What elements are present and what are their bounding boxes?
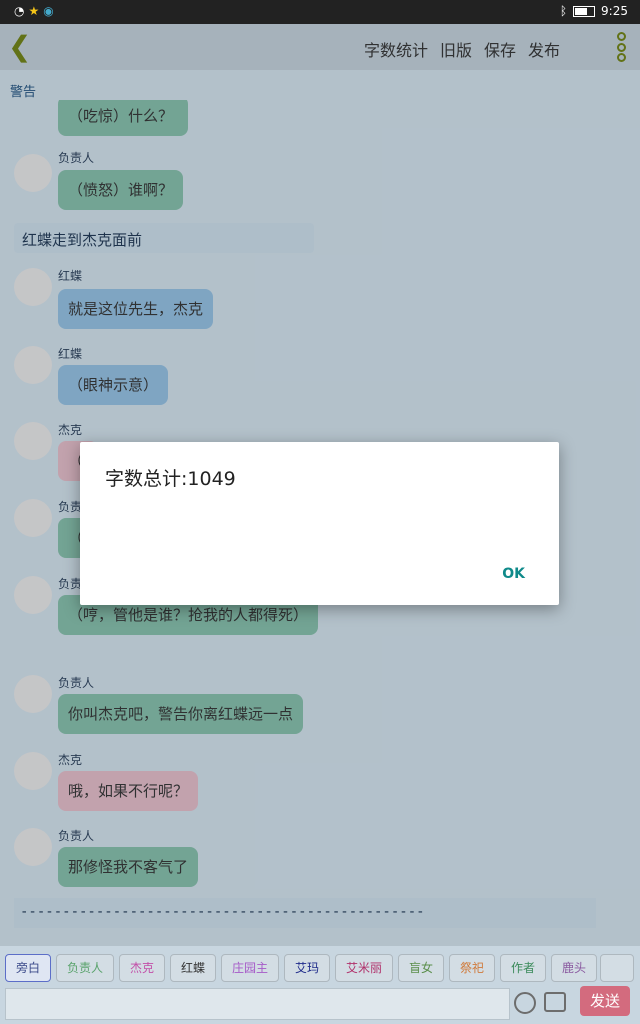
old-version-button[interactable]: 旧版 [440,37,472,61]
avatar[interactable] [14,268,52,306]
ok-button[interactable]: OK [502,566,525,582]
chat-bubble: （吃惊）什么？ [58,100,188,136]
status-left-icons: ◔ ★ ◉ [14,4,54,18]
separator-line[interactable]: ----------------------------------------… [14,898,596,928]
role-button[interactable]: 盲女 [398,954,444,982]
role-button[interactable]: 庄园主 [221,954,279,982]
image-icon[interactable] [544,992,566,1012]
narration-line[interactable]: 红蝶走到杰克面前 [14,223,314,253]
star-icon: ★ [28,4,40,18]
role-button[interactable]: 祭祀 [449,954,495,982]
chat-bubble[interactable]: 就是这位先生，杰克 [58,289,214,329]
role-selector-bar: 旁白 负责人 杰克 红蝶 庄园主 艾玛 艾米丽 盲女 祭祀 作者 鹿头 [0,946,640,986]
publish-button[interactable]: 发布 [528,37,560,61]
speaker-name: 红蝶 [58,347,83,361]
avatar[interactable] [14,154,52,192]
input-bar: 发送 [0,984,640,1024]
message-input[interactable] [5,988,510,1020]
speaker-name: 杰克 [58,753,83,767]
avatar[interactable] [14,422,52,460]
person-icon[interactable] [600,954,634,982]
status-bar: ◔ ★ ◉ ᛒ 9:25 [0,0,640,24]
chat-bubble[interactable]: 哦，如果不行呢？ [58,771,199,811]
avatar[interactable] [14,828,52,866]
warning-label[interactable]: 警告 [10,81,36,100]
speaker-name: 负责人 [58,676,95,690]
back-icon[interactable]: ❮ [8,30,32,64]
chat-bubble[interactable]: （愤怒）谁啊？ [58,170,184,210]
avatar[interactable] [14,499,52,537]
send-button[interactable]: 发送 [580,986,630,1016]
status-right-icons: ᛒ 9:25 [560,4,628,18]
battery-icon [573,5,596,17]
word-count-button[interactable]: 字数统计 [364,37,428,61]
speaker-name: 红蝶 [58,269,83,283]
speaker-name: 杰克 [58,423,83,437]
role-button[interactable]: 作者 [500,954,546,982]
avatar[interactable] [14,675,52,713]
chat-bubble[interactable]: （眼神示意） [58,365,169,405]
dialog-title: 字数总计:1049 [105,468,236,490]
avatar[interactable] [14,346,52,384]
avatar[interactable] [14,752,52,790]
bluetooth-icon: ᛒ [559,4,568,18]
role-button-narrator[interactable]: 旁白 [5,954,51,982]
chat-bubble[interactable]: 你叫杰克吧，警告你离红蝶远一点 [58,694,304,734]
emoji-icon[interactable] [514,992,536,1014]
more-options-icon[interactable] [614,32,628,62]
wifi-icon: ◔ [14,4,25,18]
speaker-name: 负责人 [58,829,95,843]
role-button[interactable]: 杰克 [119,954,165,982]
app-icon: ◉ [43,4,54,18]
role-button[interactable]: 艾玛 [284,954,330,982]
avatar[interactable] [14,576,52,614]
role-button[interactable]: 鹿头 [551,954,597,982]
role-button[interactable]: 红蝶 [170,954,216,982]
top-toolbar: ❮ 字数统计 旧版 保存 发布 [0,24,640,70]
word-count-dialog: 字数总计:1049 OK [80,442,559,605]
chat-bubble[interactable]: 那修怪我不客气了 [58,847,199,887]
toolbar-menu: 字数统计 旧版 保存 发布 [364,37,560,61]
role-button[interactable]: 负责人 [56,954,114,982]
clock: 9:25 [601,4,628,18]
speaker-name: 负责人 [58,151,95,165]
role-button[interactable]: 艾米丽 [335,954,393,982]
save-button[interactable]: 保存 [484,37,516,61]
